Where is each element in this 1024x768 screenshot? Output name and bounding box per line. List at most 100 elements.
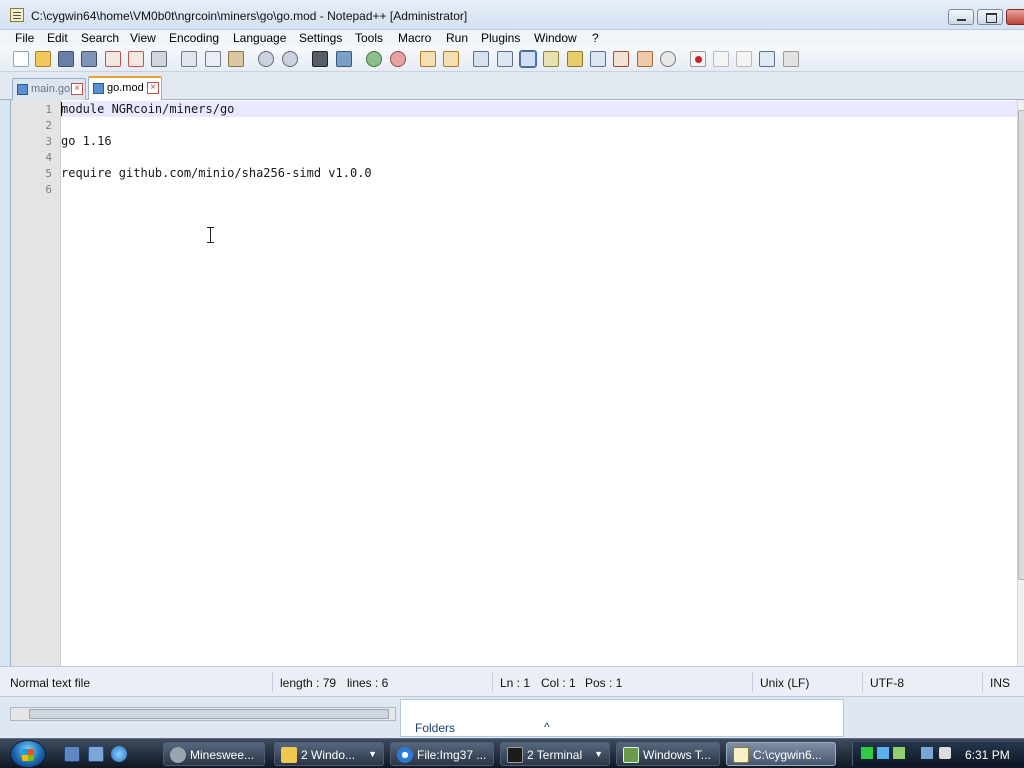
save-all-icon[interactable]	[81, 51, 97, 67]
browser-icon	[397, 747, 413, 763]
show-all-chars-icon[interactable]	[497, 51, 513, 67]
notepadpp-app-icon[interactable]	[10, 8, 24, 22]
stop-macro-icon[interactable]	[713, 51, 729, 67]
tab-close-icon[interactable]: ×	[71, 83, 83, 95]
zoom-in-icon[interactable]	[366, 51, 382, 67]
replace-icon[interactable]	[336, 51, 352, 67]
network-icon[interactable]	[921, 747, 933, 759]
taskbar-button[interactable]: Windows T...	[616, 742, 720, 766]
tab-bar: main.go × go.mod ×	[0, 72, 1024, 100]
print-icon[interactable]	[151, 51, 167, 67]
open-file-icon[interactable]	[35, 51, 51, 67]
find-icon[interactable]	[312, 51, 328, 67]
cut-icon[interactable]	[181, 51, 197, 67]
menu-encoding[interactable]: Encoding	[169, 31, 219, 45]
paste-icon[interactable]	[228, 51, 244, 67]
menu-settings[interactable]: Settings	[299, 31, 342, 45]
vertical-scrollbar[interactable]	[1017, 100, 1024, 666]
function-list-icon[interactable]	[613, 51, 629, 67]
taskbar-button-label: C:\cygwin6...	[753, 748, 822, 762]
text-caret	[61, 102, 62, 116]
menu-run[interactable]: Run	[446, 31, 468, 45]
status-insert-mode[interactable]: INS	[990, 676, 1010, 690]
zoom-out-icon[interactable]	[390, 51, 406, 67]
horizontal-scrollbar[interactable]	[10, 707, 396, 721]
tab-main-go[interactable]: main.go ×	[12, 78, 86, 100]
lang-udl-icon[interactable]	[543, 51, 559, 67]
redo-icon[interactable]	[282, 51, 298, 67]
code-line[interactable]: require github.com/minio/sha256-simd v1.…	[61, 166, 372, 180]
folder-workspace-icon[interactable]	[637, 51, 653, 67]
chevron-down-icon: ▼	[368, 749, 377, 759]
close-window-button[interactable]	[1006, 9, 1024, 25]
sync-vertical-icon[interactable]	[420, 51, 436, 67]
tab-label: main.go	[31, 83, 71, 95]
menu-macro[interactable]: Macro	[398, 31, 431, 45]
editor[interactable]: 1 2 3 4 5 6 module NGRcoin/miners/go go …	[10, 100, 1024, 666]
menu-help[interactable]: ?	[592, 31, 599, 45]
menu-view[interactable]: View	[130, 31, 156, 45]
internet-explorer-icon[interactable]	[111, 746, 127, 762]
tab-close-icon[interactable]: ×	[147, 82, 159, 94]
save-icon[interactable]	[58, 51, 74, 67]
ibeam-cursor-icon	[207, 227, 214, 243]
taskbar: Minesweе... 2 Windo... ▼ File:Img37 ... …	[0, 738, 1024, 768]
sync-icon[interactable]	[893, 747, 905, 759]
menu-language[interactable]: Language	[233, 31, 286, 45]
taskbar-button-label: Windows T...	[643, 748, 711, 762]
maximize-button[interactable]	[977, 9, 1003, 25]
switch-windows-icon[interactable]	[88, 746, 104, 762]
record-macro-icon[interactable]	[690, 51, 706, 67]
menu-window[interactable]: Window	[534, 31, 577, 45]
line-number: 6	[45, 183, 52, 196]
show-desktop-icon[interactable]	[64, 746, 80, 762]
taskbar-button[interactable]: 2 Terminal ▼	[500, 742, 610, 766]
play-macro-icon[interactable]	[736, 51, 752, 67]
status-ln: Ln : 1	[500, 676, 531, 690]
xml-icon[interactable]	[567, 51, 583, 67]
menu-file[interactable]: File	[15, 31, 34, 45]
sync-horizontal-icon[interactable]	[443, 51, 459, 67]
word-wrap-icon[interactable]	[473, 51, 489, 67]
undo-icon[interactable]	[258, 51, 274, 67]
minimize-button[interactable]	[948, 9, 974, 25]
taskbar-button[interactable]: C:\cygwin6...	[726, 742, 836, 766]
menu-plugins[interactable]: Plugins	[481, 31, 520, 45]
toolbar	[0, 46, 1024, 72]
taskbar-button[interactable]: Minesweе...	[163, 742, 265, 766]
status-col: Col : 1	[541, 676, 576, 690]
doc-map-icon[interactable]	[590, 51, 606, 67]
taskbar-button[interactable]: File:Img37 ...	[390, 742, 494, 766]
indent-guide-icon[interactable]	[519, 50, 537, 68]
code-line[interactable]: go 1.16	[61, 134, 112, 148]
docked-panel: Folders ^	[0, 696, 1024, 738]
status-divider	[982, 672, 983, 692]
system-tray: 6:31 PM	[852, 742, 1024, 766]
status-eol[interactable]: Unix (LF)	[760, 676, 809, 690]
menu-edit[interactable]: Edit	[47, 31, 68, 45]
explorer-folder-icon	[281, 747, 297, 763]
close-icon[interactable]	[105, 51, 121, 67]
folders-pane[interactable]: Folders ^	[400, 699, 844, 737]
close-all-icon[interactable]	[128, 51, 144, 67]
save-macro-icon[interactable]	[783, 51, 799, 67]
scrollbar-thumb[interactable]	[1018, 110, 1024, 580]
network-activity-icon[interactable]	[877, 747, 889, 759]
tab-go-mod[interactable]: go.mod ×	[88, 76, 162, 100]
menu-tools[interactable]: Tools	[355, 31, 383, 45]
task-manager-icon	[623, 747, 639, 763]
status-encoding[interactable]: UTF-8	[870, 676, 904, 690]
menu-search[interactable]: Search	[81, 31, 119, 45]
code-line[interactable]: module NGRcoin/miners/go	[61, 102, 234, 116]
volume-muted-icon[interactable]	[939, 747, 951, 759]
chevron-up-icon[interactable]: ^	[544, 720, 550, 734]
copy-icon[interactable]	[205, 51, 221, 67]
scrollbar-thumb[interactable]	[29, 709, 389, 719]
clock[interactable]: 6:31 PM	[965, 748, 1010, 762]
monitor-icon[interactable]	[660, 51, 676, 67]
start-button[interactable]	[10, 740, 46, 768]
status-green-icon[interactable]	[861, 747, 873, 759]
new-file-icon[interactable]	[13, 51, 29, 67]
run-macro-multiple-icon[interactable]	[759, 51, 775, 67]
taskbar-button[interactable]: 2 Windo... ▼	[274, 742, 384, 766]
